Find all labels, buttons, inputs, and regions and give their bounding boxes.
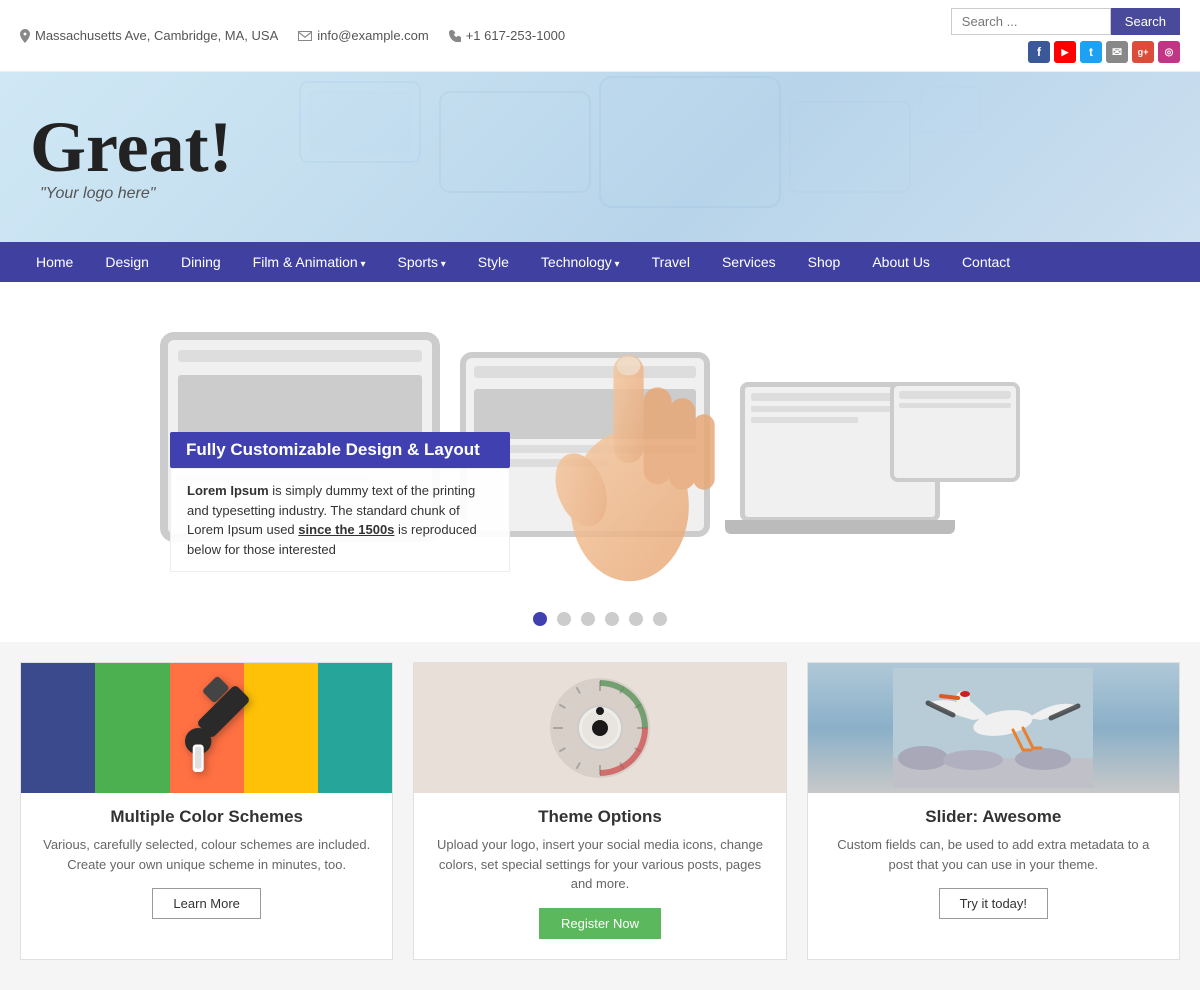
logo-area: Great! "Your logo here" — [30, 111, 233, 203]
nav-link-sports[interactable]: Sports — [382, 242, 462, 282]
slide-description: Lorem Ipsum is simply dummy text of the … — [170, 468, 510, 572]
email: info@example.com — [298, 28, 428, 43]
nav-link-home[interactable]: Home — [20, 242, 89, 282]
email-social-icon[interactable]: ✉ — [1106, 41, 1128, 63]
nav-item-about[interactable]: About Us — [856, 242, 946, 282]
logo-subtitle: "Your logo here" — [40, 185, 233, 203]
nav-link-technology[interactable]: Technology — [525, 242, 636, 282]
slider-section: Fully Customizable Design & Layout Lorem… — [0, 282, 1200, 642]
feature-title-slider: Slider: Awesome — [925, 807, 1061, 827]
top-bar-left: Massachusetts Ave, Cambridge, MA, USA in… — [20, 28, 565, 43]
learn-more-button[interactable]: Learn More — [152, 888, 260, 919]
facebook-icon[interactable]: f — [1028, 41, 1050, 63]
mock-bar-1 — [178, 350, 422, 362]
nav-link-about[interactable]: About Us — [856, 242, 946, 282]
mock-image — [178, 375, 422, 435]
nav-link-travel[interactable]: Travel — [636, 242, 706, 282]
google-plus-icon[interactable]: g+ — [1132, 41, 1154, 63]
feature-desc-colors: Various, carefully selected, colour sche… — [41, 835, 372, 874]
nav-item-film[interactable]: Film & Animation — [237, 242, 382, 282]
nav-link-style[interactable]: Style — [462, 242, 525, 282]
slider-dot-3[interactable] — [581, 612, 595, 626]
nav-item-services[interactable]: Services — [706, 242, 792, 282]
address: Massachusetts Ave, Cambridge, MA, USA — [20, 28, 278, 43]
slider-awesome-image — [808, 663, 1179, 793]
feature-card-slider: Slider: Awesome Custom fields can, be us… — [807, 662, 1180, 960]
bird-svg — [893, 668, 1093, 788]
slide-desc-bold: Lorem Ipsum — [187, 483, 269, 498]
phone-icon — [449, 30, 461, 42]
feature-card-theme: Theme Options Upload your logo, insert y… — [413, 662, 786, 960]
try-today-button[interactable]: Try it today! — [939, 888, 1048, 919]
instagram-icon[interactable]: ◎ — [1158, 41, 1180, 63]
nav-link-contact[interactable]: Contact — [946, 242, 1026, 282]
features-section: Multiple Color Schemes Various, carefull… — [0, 642, 1200, 990]
nav-link-design[interactable]: Design — [89, 242, 165, 282]
nav-item-design[interactable]: Design — [89, 242, 165, 282]
feature-desc-slider: Custom fields can, be used to add extra … — [828, 835, 1159, 874]
search-input[interactable] — [951, 8, 1111, 35]
cs-col-teal — [318, 663, 392, 793]
nav-item-travel[interactable]: Travel — [636, 242, 706, 282]
phone: +1 617-253-1000 — [449, 28, 565, 43]
header: Great! "Your logo here" — [0, 72, 1200, 242]
search-button[interactable]: Search — [1111, 8, 1180, 35]
feature-desc-theme: Upload your logo, insert your social med… — [434, 835, 765, 894]
nav-item-technology[interactable]: Technology — [525, 242, 636, 282]
top-right-area: Search f ▶ t ✉ g+ ◎ — [951, 8, 1180, 63]
device-tablet-sm — [890, 382, 1020, 482]
nav-link-dining[interactable]: Dining — [165, 242, 237, 282]
search-form: Search — [951, 8, 1180, 35]
nav-item-dining[interactable]: Dining — [165, 242, 237, 282]
feature-title-colors: Multiple Color Schemes — [110, 807, 303, 827]
logo-title: Great! — [30, 111, 233, 183]
feature-content-colors: Multiple Color Schemes Various, carefull… — [21, 793, 392, 939]
location-icon — [20, 29, 30, 43]
header-decoration — [200, 72, 1200, 242]
nav-link-services[interactable]: Services — [706, 242, 792, 282]
nav-item-contact[interactable]: Contact — [946, 242, 1026, 282]
slide-desc-link[interactable]: since the 1500s — [298, 522, 394, 537]
slider-dot-2[interactable] — [557, 612, 571, 626]
cs-col-blue — [21, 663, 95, 793]
nav-item-home[interactable]: Home — [20, 242, 89, 282]
dial-svg — [545, 673, 655, 783]
feature-card-colors: Multiple Color Schemes Various, carefull… — [20, 662, 393, 960]
hero-slider: Fully Customizable Design & Layout Lorem… — [40, 302, 1160, 642]
color-scheme-image — [21, 663, 392, 793]
twitter-icon[interactable]: t — [1080, 41, 1102, 63]
feature-content-theme: Theme Options Upload your logo, insert y… — [414, 793, 785, 959]
youtube-icon[interactable]: ▶ — [1054, 41, 1076, 63]
mock-line-laptop-2 — [751, 417, 858, 423]
slider-dot-6[interactable] — [653, 612, 667, 626]
slide-text-box: Fully Customizable Design & Layout Lorem… — [170, 432, 510, 572]
nav-item-shop[interactable]: Shop — [792, 242, 857, 282]
nav-link-film[interactable]: Film & Animation — [237, 242, 382, 282]
mock-bar-sm — [899, 391, 1011, 399]
slider-dot-5[interactable] — [629, 612, 643, 626]
slider-dot-4[interactable] — [605, 612, 619, 626]
theme-options-image — [414, 663, 785, 793]
main-nav: Home Design Dining Film & Animation Spor… — [0, 242, 1200, 282]
dropper-svg — [152, 673, 262, 783]
slider-dots — [533, 602, 667, 642]
email-icon — [298, 31, 312, 41]
register-now-button[interactable]: Register Now — [539, 908, 661, 939]
slide-title: Fully Customizable Design & Layout — [170, 432, 510, 468]
feature-content-slider: Slider: Awesome Custom fields can, be us… — [808, 793, 1179, 939]
slider-dot-1[interactable] — [533, 612, 547, 626]
top-bar: Massachusetts Ave, Cambridge, MA, USA in… — [0, 0, 1200, 72]
nav-item-sports[interactable]: Sports — [382, 242, 462, 282]
nav-item-style[interactable]: Style — [462, 242, 525, 282]
social-icons: f ▶ t ✉ g+ ◎ — [1028, 41, 1180, 63]
nav-link-shop[interactable]: Shop — [792, 242, 857, 282]
slide-illustration: Fully Customizable Design & Layout Lorem… — [40, 302, 1160, 602]
hand-illustration — [510, 312, 760, 592]
feature-title-theme: Theme Options — [538, 807, 662, 827]
mock-line-sm — [899, 403, 1011, 408]
